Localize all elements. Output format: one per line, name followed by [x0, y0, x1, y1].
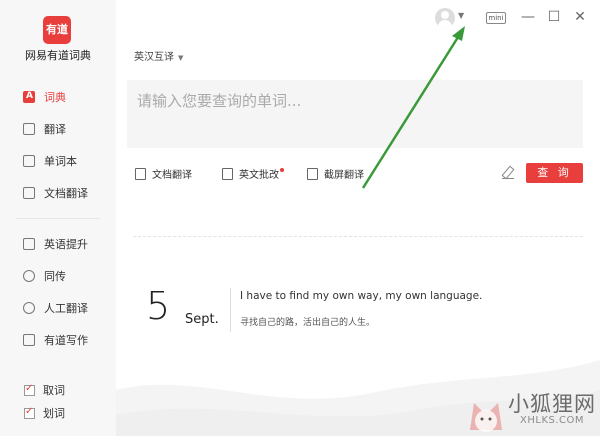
select-word-toggle[interactable]: 划词 — [0, 403, 116, 423]
maximize-button[interactable]: ☐ — [544, 7, 564, 27]
dashed-divider — [133, 236, 583, 237]
app-logo: 有道 — [43, 16, 71, 44]
sidebar-item-wordbook[interactable]: 单词本 — [0, 146, 116, 176]
user-avatar[interactable] — [435, 8, 455, 28]
search-placeholder: 请输入您要查询的单词... — [137, 92, 302, 110]
check-label: 划词 — [43, 407, 65, 420]
query-button[interactable]: 查 询 — [526, 163, 583, 183]
edit-check-icon — [23, 334, 35, 346]
doc-translate-tool[interactable]: 文档翻译 — [135, 166, 192, 181]
checkbox[interactable] — [24, 406, 35, 419]
sidebar-item-label: 文档翻译 — [44, 187, 88, 200]
checkbox[interactable] — [24, 383, 35, 396]
pen-icon[interactable] — [502, 167, 514, 179]
translate-icon — [23, 123, 35, 135]
sidebar-item-label: 翻译 — [44, 123, 66, 136]
sidebar-item-english-improve[interactable]: 英语提升 — [0, 229, 116, 259]
app-window: 有道 网易有道词典 词典 翻译 单词本 文档翻译 英语提升 同传 — [0, 0, 600, 436]
headphone-icon — [23, 270, 35, 282]
wordbook-icon — [23, 155, 35, 167]
new-badge — [280, 167, 284, 172]
sidebar-item-label: 单词本 — [44, 155, 77, 168]
tool-label: 文档翻译 — [152, 170, 192, 181]
check-label: 取词 — [43, 384, 65, 397]
minimize-button[interactable]: — — [518, 7, 538, 27]
mini-mode-button[interactable]: mini — [486, 12, 506, 24]
close-button[interactable]: ✕ — [570, 7, 590, 27]
app-name: 网易有道词典 — [25, 49, 91, 62]
sidebar-item-label: 词典 — [44, 91, 66, 104]
capture-word-toggle[interactable]: 取词 — [0, 380, 116, 400]
sidebar-item-label: 同传 — [44, 270, 66, 283]
sidebar-item-label: 人工翻译 — [44, 302, 88, 315]
screenshot-icon — [307, 167, 318, 180]
watermark-url: XHLKS.COM — [520, 415, 585, 426]
sidebar-item-human-translate[interactable]: 人工翻译 — [0, 293, 116, 323]
language-select[interactable]: 英汉互译 ▼ — [134, 48, 183, 63]
sidebar-item-dictionary[interactable]: 词典 — [0, 82, 116, 112]
play-icon — [23, 238, 35, 250]
sidebar: 有道 网易有道词典 词典 翻译 单词本 文档翻译 英语提升 同传 — [0, 0, 116, 436]
sidebar-divider — [16, 218, 100, 219]
language-select-label: 英汉互译 — [134, 52, 174, 63]
watermark-title: 小狐狸网 — [508, 392, 596, 416]
daily-quote-english: I have to find my own way, my own langua… — [240, 290, 483, 302]
tool-label: 截屏翻译 — [324, 170, 364, 181]
chevron-down-icon: ▼ — [178, 54, 184, 62]
screenshot-translate-tool[interactable]: 截屏翻译 — [307, 166, 364, 181]
chevron-down-icon[interactable]: ▼ — [458, 11, 464, 20]
sidebar-item-interpretation[interactable]: 同传 — [0, 261, 116, 291]
document-icon — [23, 187, 35, 199]
tool-label: 英文批改 — [239, 170, 279, 181]
sidebar-item-translate[interactable]: 翻译 — [0, 114, 116, 144]
sidebar-item-document-translate[interactable]: 文档翻译 — [0, 178, 116, 208]
sidebar-item-label: 有道写作 — [44, 334, 88, 347]
person-icon — [23, 302, 35, 314]
sidebar-item-writing[interactable]: 有道写作 — [0, 325, 116, 355]
doc-translate-icon — [135, 167, 146, 180]
check-doc-icon — [222, 167, 233, 180]
dictionary-icon — [23, 91, 35, 103]
english-correction-tool[interactable]: 英文批改 — [222, 166, 284, 181]
sidebar-item-label: 英语提升 — [44, 238, 88, 251]
search-input[interactable]: 请输入您要查询的单词... — [127, 80, 583, 148]
